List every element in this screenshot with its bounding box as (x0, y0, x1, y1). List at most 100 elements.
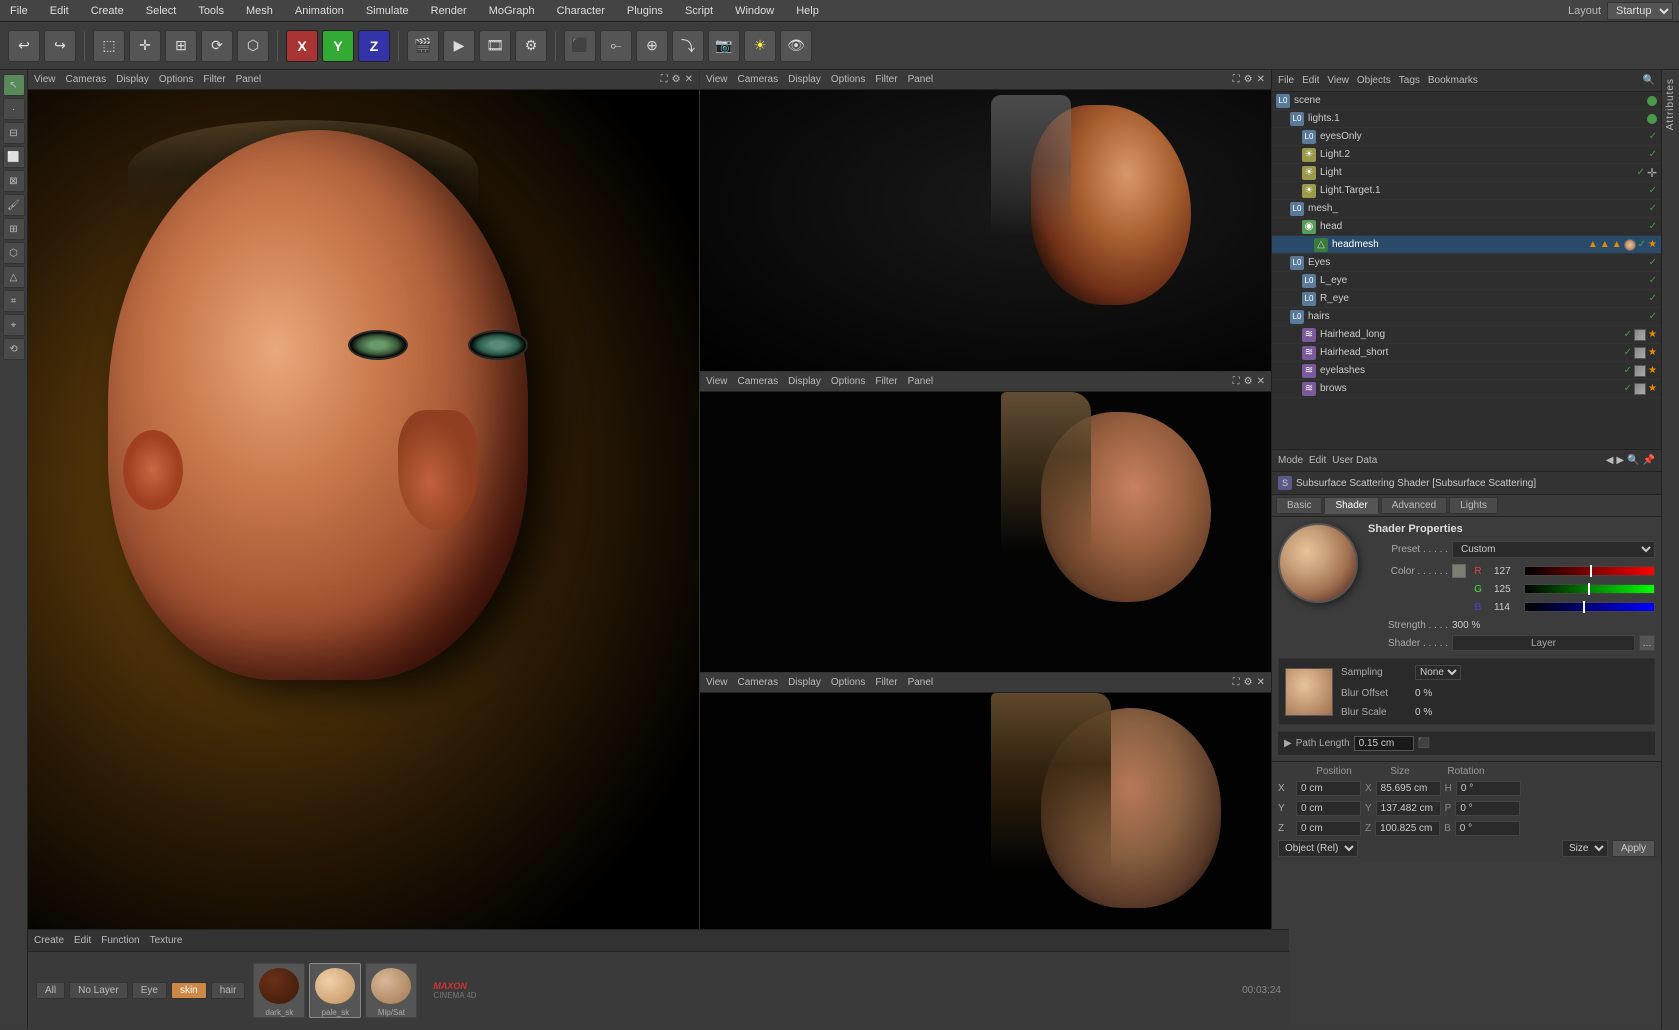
menu-create[interactable]: Create (87, 3, 128, 19)
obj-menu-edit[interactable]: Edit (1302, 75, 1319, 86)
tool-5[interactable]: △ (3, 266, 25, 288)
camera-btn[interactable]: 📷 (708, 30, 740, 62)
menu-render[interactable]: Render (427, 3, 471, 19)
viewport-config-icon[interactable]: ⚙ (672, 74, 681, 85)
eyes-check[interactable]: ✓ (1649, 257, 1657, 268)
sub1-expand[interactable]: ⛶ (1233, 74, 1240, 85)
tool-7[interactable]: ⌖ (3, 314, 25, 336)
obj-leye[interactable]: L0 L_eye ✓ (1272, 272, 1661, 290)
sub2-panel[interactable]: Panel (908, 376, 934, 387)
headmesh-check[interactable]: ✓ (1638, 239, 1646, 250)
z-pos-input[interactable] (1296, 821, 1361, 836)
tab-shader[interactable]: Shader (1324, 497, 1378, 514)
scale-tool-btn[interactable]: ⊞ (165, 30, 197, 62)
obj-search-icon[interactable]: 🔍 (1643, 75, 1655, 86)
b-rot-input[interactable] (1455, 821, 1520, 836)
bottom-function[interactable]: Function (101, 935, 139, 946)
main-filter-menu[interactable]: Filter (203, 74, 225, 85)
spline-btn[interactable]: ⟜ (600, 30, 632, 62)
shader-arrow-left[interactable]: ◀ (1606, 455, 1614, 466)
tool-8[interactable]: ⟲ (3, 338, 25, 360)
lighttarget-check[interactable]: ✓ (1649, 185, 1657, 196)
z-axis-btn[interactable]: Z (358, 30, 390, 62)
obj-eyelashes[interactable]: ≋ eyelashes ✓ ★ (1272, 362, 1661, 380)
menu-window[interactable]: Window (731, 3, 778, 19)
tab-lights[interactable]: Lights (1449, 497, 1498, 514)
render-to-picture-btn[interactable]: 🎞 (479, 30, 511, 62)
tab-advanced[interactable]: Advanced (1381, 497, 1447, 514)
tool-edges[interactable]: ⊟ (3, 122, 25, 144)
undo-btn[interactable]: ↩ (8, 30, 40, 62)
menu-character[interactable]: Character (553, 3, 609, 19)
layout-select[interactable]: Startup (1607, 2, 1673, 20)
obj-menu-tags[interactable]: Tags (1399, 75, 1420, 86)
filter-all[interactable]: All (36, 982, 65, 999)
menu-animation[interactable]: Animation (291, 3, 348, 19)
light2-check[interactable]: ✓ (1649, 149, 1657, 160)
light-btn[interactable]: ☀ (744, 30, 776, 62)
sub1-config[interactable]: ⚙ (1244, 74, 1253, 85)
obj-lights1[interactable]: L0 lights.1 (1272, 110, 1661, 128)
transform-tool-btn[interactable]: ⬡ (237, 30, 269, 62)
obj-scene[interactable]: L0 scene (1272, 92, 1661, 110)
sub2-cameras[interactable]: Cameras (738, 376, 779, 387)
color-swatch[interactable] (1452, 564, 1466, 578)
obj-reye[interactable]: L0 R_eye ✓ (1272, 290, 1661, 308)
main-options-menu[interactable]: Options (159, 74, 193, 85)
light-check[interactable]: ✓ (1637, 167, 1645, 178)
sub1-options[interactable]: Options (831, 74, 865, 85)
path-spin-up[interactable]: ⬛ (1418, 738, 1430, 749)
obj-light[interactable]: ☀ Light ✓ ✛ (1272, 164, 1661, 182)
filter-nolayer[interactable]: No Layer (69, 982, 128, 999)
menu-simulate[interactable]: Simulate (362, 3, 413, 19)
sub3-options[interactable]: Options (831, 677, 865, 688)
z-size-input[interactable] (1375, 821, 1440, 836)
shader-edit-menu[interactable]: Edit (1309, 455, 1326, 466)
mat-mipsat[interactable]: Mip/Sat (365, 963, 417, 1018)
obj-mesh[interactable]: L0 mesh_ ✓ (1272, 200, 1661, 218)
menu-file[interactable]: File (6, 3, 32, 19)
bottom-edit[interactable]: Edit (74, 935, 91, 946)
main-cameras-menu[interactable]: Cameras (66, 74, 107, 85)
tool-move[interactable]: ↖ (3, 74, 25, 96)
shader-search-icon[interactable]: 🔍 (1627, 455, 1639, 466)
object-tree[interactable]: L0 scene L0 lights.1 (1272, 92, 1661, 449)
menu-mesh[interactable]: Mesh (242, 3, 277, 19)
sub1-panel[interactable]: Panel (908, 74, 934, 85)
mat-dark-sk[interactable]: dark_sk (253, 963, 305, 1018)
sampling-select[interactable]: None (1415, 665, 1461, 680)
sub3-panel[interactable]: Panel (908, 677, 934, 688)
sub2-options[interactable]: Options (831, 376, 865, 387)
coord-mode-select[interactable]: Object (Rel) (1278, 840, 1358, 857)
sub3-filter[interactable]: Filter (875, 677, 897, 688)
tool-points[interactable]: · (3, 98, 25, 120)
x-axis-btn[interactable]: X (286, 30, 318, 62)
coord-apply-btn[interactable]: Apply (1612, 840, 1655, 857)
sub3-view[interactable]: View (706, 677, 728, 688)
menu-select[interactable]: Select (142, 3, 181, 19)
sub2-config[interactable]: ⚙ (1244, 376, 1253, 387)
obj-eyesonly[interactable]: L0 eyesOnly ✓ (1272, 128, 1661, 146)
x-size-input[interactable] (1376, 781, 1441, 796)
shader-userdata-menu[interactable]: User Data (1332, 455, 1377, 466)
extrude-btn[interactable]: ⊕ (636, 30, 668, 62)
sub2-display[interactable]: Display (788, 376, 821, 387)
tab-basic[interactable]: Basic (1276, 497, 1322, 514)
hairs-check[interactable]: ✓ (1649, 311, 1657, 322)
shader-pin-icon[interactable]: 📌 (1643, 455, 1655, 466)
sub1-filter[interactable]: Filter (875, 74, 897, 85)
attribute-side-tab[interactable]: Attributes (1661, 70, 1679, 1029)
y-axis-btn[interactable]: Y (322, 30, 354, 62)
sub2-canvas[interactable] (700, 392, 1271, 673)
sub1-view[interactable]: View (706, 74, 728, 85)
main-viewport-canvas[interactable] (28, 90, 699, 974)
menu-tools[interactable]: Tools (194, 3, 228, 19)
h-rot-input[interactable] (1456, 781, 1521, 796)
light-target-icon[interactable]: ✛ (1647, 166, 1657, 180)
render-preview-btn[interactable]: 🎬 (407, 30, 439, 62)
path-expand-icon[interactable]: ▶ (1284, 738, 1292, 749)
filter-eye[interactable]: Eye (132, 982, 167, 999)
y-pos-input[interactable] (1296, 801, 1361, 816)
redo-btn[interactable]: ↪ (44, 30, 76, 62)
sub3-config[interactable]: ⚙ (1244, 677, 1253, 688)
